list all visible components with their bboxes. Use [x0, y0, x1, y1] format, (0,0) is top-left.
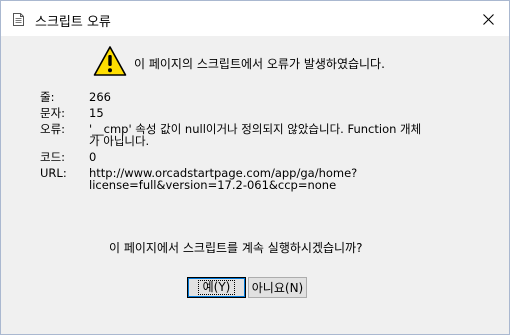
line-value: 266 — [89, 90, 111, 104]
error-message: 이 페이지의 스크립트에서 오류가 발생하였습니다. — [134, 57, 385, 71]
char-value: 15 — [89, 106, 104, 120]
char-label: 문자: — [40, 106, 66, 120]
script-error-dialog: 스크립트 오류 이 페이지의 스크립트에서 오류가 발생하였습니다. 줄: 26… — [0, 0, 510, 335]
no-button-label: 아니요(N) — [251, 281, 304, 295]
title-bar[interactable]: 스크립트 오류 — [1, 1, 509, 36]
line-label: 줄: — [40, 90, 55, 104]
continue-question: 이 페이지에서 스크립트를 계속 실행하시겠습니까? — [109, 241, 363, 255]
code-label: 코드: — [40, 150, 66, 164]
url-label: URL: — [40, 166, 67, 180]
close-icon — [482, 13, 494, 25]
document-icon — [13, 13, 24, 26]
error-value-line2: 가 아닙니다. — [89, 134, 150, 148]
error-label: 오류: — [40, 122, 66, 136]
yes-button[interactable]: 예(Y) — [187, 277, 246, 298]
yes-button-label: 예(Y) — [197, 280, 236, 295]
warning-icon — [93, 46, 127, 76]
code-value: 0 — [89, 150, 97, 164]
url-value-line2: license=full&version=17.2-061&ccp=none — [89, 178, 337, 192]
no-button[interactable]: 아니요(N) — [248, 277, 307, 298]
window-title: 스크립트 오류 — [35, 15, 111, 30]
close-button[interactable] — [471, 7, 505, 31]
